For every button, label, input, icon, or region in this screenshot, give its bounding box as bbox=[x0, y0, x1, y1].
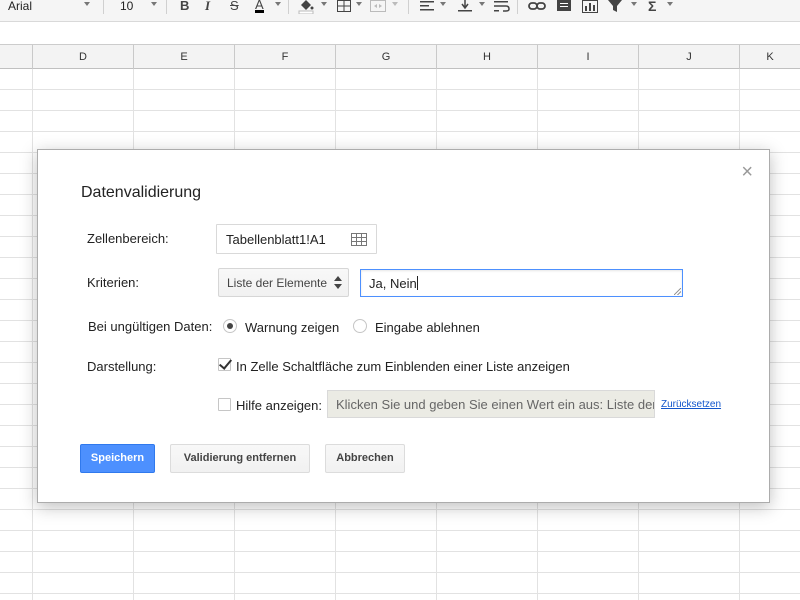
chevron-down-icon[interactable] bbox=[84, 2, 90, 6]
column-header[interactable]: H bbox=[437, 45, 538, 69]
reset-link[interactable]: Zurücksetzen bbox=[661, 399, 721, 410]
font-size-select[interactable]: 10 bbox=[120, 0, 133, 14]
criteria-label: Kriterien: bbox=[87, 275, 140, 290]
chevron-down-icon[interactable] bbox=[631, 2, 637, 6]
column-header[interactable]: I bbox=[538, 45, 639, 69]
chart-icon[interactable] bbox=[582, 0, 598, 16]
comment-icon[interactable] bbox=[557, 0, 571, 16]
text-wrap-icon[interactable] bbox=[494, 0, 510, 16]
toolbar: Arial 10 B I S A Σ bbox=[0, 0, 800, 22]
align-left-icon[interactable] bbox=[420, 0, 434, 15]
formula-bar-area bbox=[0, 22, 800, 45]
save-button[interactable]: Speichern bbox=[80, 444, 155, 473]
toolbar-divider bbox=[408, 0, 409, 14]
chevron-down-icon[interactable] bbox=[321, 2, 327, 6]
toolbar-divider bbox=[517, 0, 518, 14]
column-header[interactable]: E bbox=[134, 45, 235, 69]
column-header[interactable]: F bbox=[235, 45, 336, 69]
radio-reject-input-label[interactable]: Eingabe ablehnen bbox=[375, 320, 480, 335]
remove-validation-button[interactable]: Validierung entfernen bbox=[170, 444, 310, 473]
font-family-select[interactable]: Arial bbox=[8, 0, 32, 14]
bold-button[interactable]: B bbox=[180, 0, 189, 13]
close-icon[interactable]: × bbox=[741, 162, 753, 182]
toolbar-divider bbox=[166, 0, 167, 14]
show-dropdown-checkbox[interactable] bbox=[218, 358, 231, 371]
text-color-button[interactable]: A bbox=[255, 0, 264, 13]
criteria-values-text: Ja, Nein bbox=[369, 276, 418, 291]
fill-color-icon[interactable] bbox=[298, 0, 314, 17]
updown-arrows-icon bbox=[334, 276, 342, 290]
display-label: Darstellung: bbox=[87, 359, 157, 374]
italic-button[interactable]: I bbox=[205, 0, 210, 13]
range-value: Tabellenblatt1!A1 bbox=[226, 232, 326, 247]
cancel-button[interactable]: Abbrechen bbox=[325, 444, 405, 473]
chevron-down-icon[interactable] bbox=[440, 2, 446, 6]
show-help-label[interactable]: Hilfe anzeigen: bbox=[236, 398, 322, 413]
invalid-data-label: Bei ungültigen Daten: bbox=[88, 319, 213, 334]
chevron-down-icon[interactable] bbox=[667, 2, 673, 6]
radio-show-warning-label[interactable]: Warnung zeigen bbox=[245, 320, 339, 335]
column-header[interactable]: K bbox=[740, 45, 800, 69]
link-icon[interactable] bbox=[528, 0, 546, 15]
text-cursor bbox=[416, 276, 418, 290]
borders-icon[interactable] bbox=[337, 0, 351, 15]
column-header-row: D E F G H I J K bbox=[0, 45, 800, 69]
vertical-align-icon[interactable] bbox=[458, 0, 472, 16]
range-input[interactable]: Tabellenblatt1!A1 bbox=[216, 224, 377, 254]
help-text-placeholder: Klicken Sie und geben Sie einen Wert ein… bbox=[336, 397, 655, 412]
radio-show-warning[interactable] bbox=[223, 319, 237, 333]
column-header[interactable]: G bbox=[336, 45, 437, 69]
range-label: Zellenbereich: bbox=[87, 231, 169, 246]
criteria-type-value: Liste der Elemente bbox=[227, 276, 328, 290]
radio-reject-input[interactable] bbox=[353, 319, 367, 333]
corner-cell bbox=[0, 45, 33, 69]
merge-cells-icon[interactable] bbox=[370, 0, 386, 15]
column-header[interactable]: J bbox=[639, 45, 740, 69]
resize-handle-icon[interactable] bbox=[674, 288, 681, 295]
toolbar-divider bbox=[288, 0, 289, 14]
toolbar-divider bbox=[103, 0, 104, 14]
chevron-down-icon[interactable] bbox=[275, 2, 281, 6]
chevron-down-icon[interactable] bbox=[151, 2, 157, 6]
criteria-values-input[interactable]: Ja, Nein bbox=[360, 269, 683, 297]
dialog-title: Datenvalidierung bbox=[81, 184, 202, 201]
strikethrough-button[interactable]: S bbox=[230, 0, 239, 13]
show-help-checkbox[interactable] bbox=[218, 398, 231, 411]
help-text-input: Klicken Sie und geben Sie einen Wert ein… bbox=[327, 390, 655, 418]
chevron-down-icon[interactable] bbox=[479, 2, 485, 6]
criteria-type-select[interactable]: Liste der Elemente bbox=[218, 268, 349, 297]
select-range-icon[interactable] bbox=[351, 233, 367, 246]
data-validation-dialog: × Datenvalidierung Zellenbereich: Tabell… bbox=[37, 149, 770, 503]
show-dropdown-label[interactable]: In Zelle Schaltfläche zum Einblenden ein… bbox=[236, 359, 570, 374]
column-header[interactable]: D bbox=[33, 45, 134, 69]
chevron-down-icon[interactable] bbox=[392, 2, 398, 6]
chevron-down-icon[interactable] bbox=[356, 2, 362, 6]
filter-icon[interactable] bbox=[608, 0, 622, 16]
function-icon[interactable]: Σ bbox=[648, 0, 656, 13]
